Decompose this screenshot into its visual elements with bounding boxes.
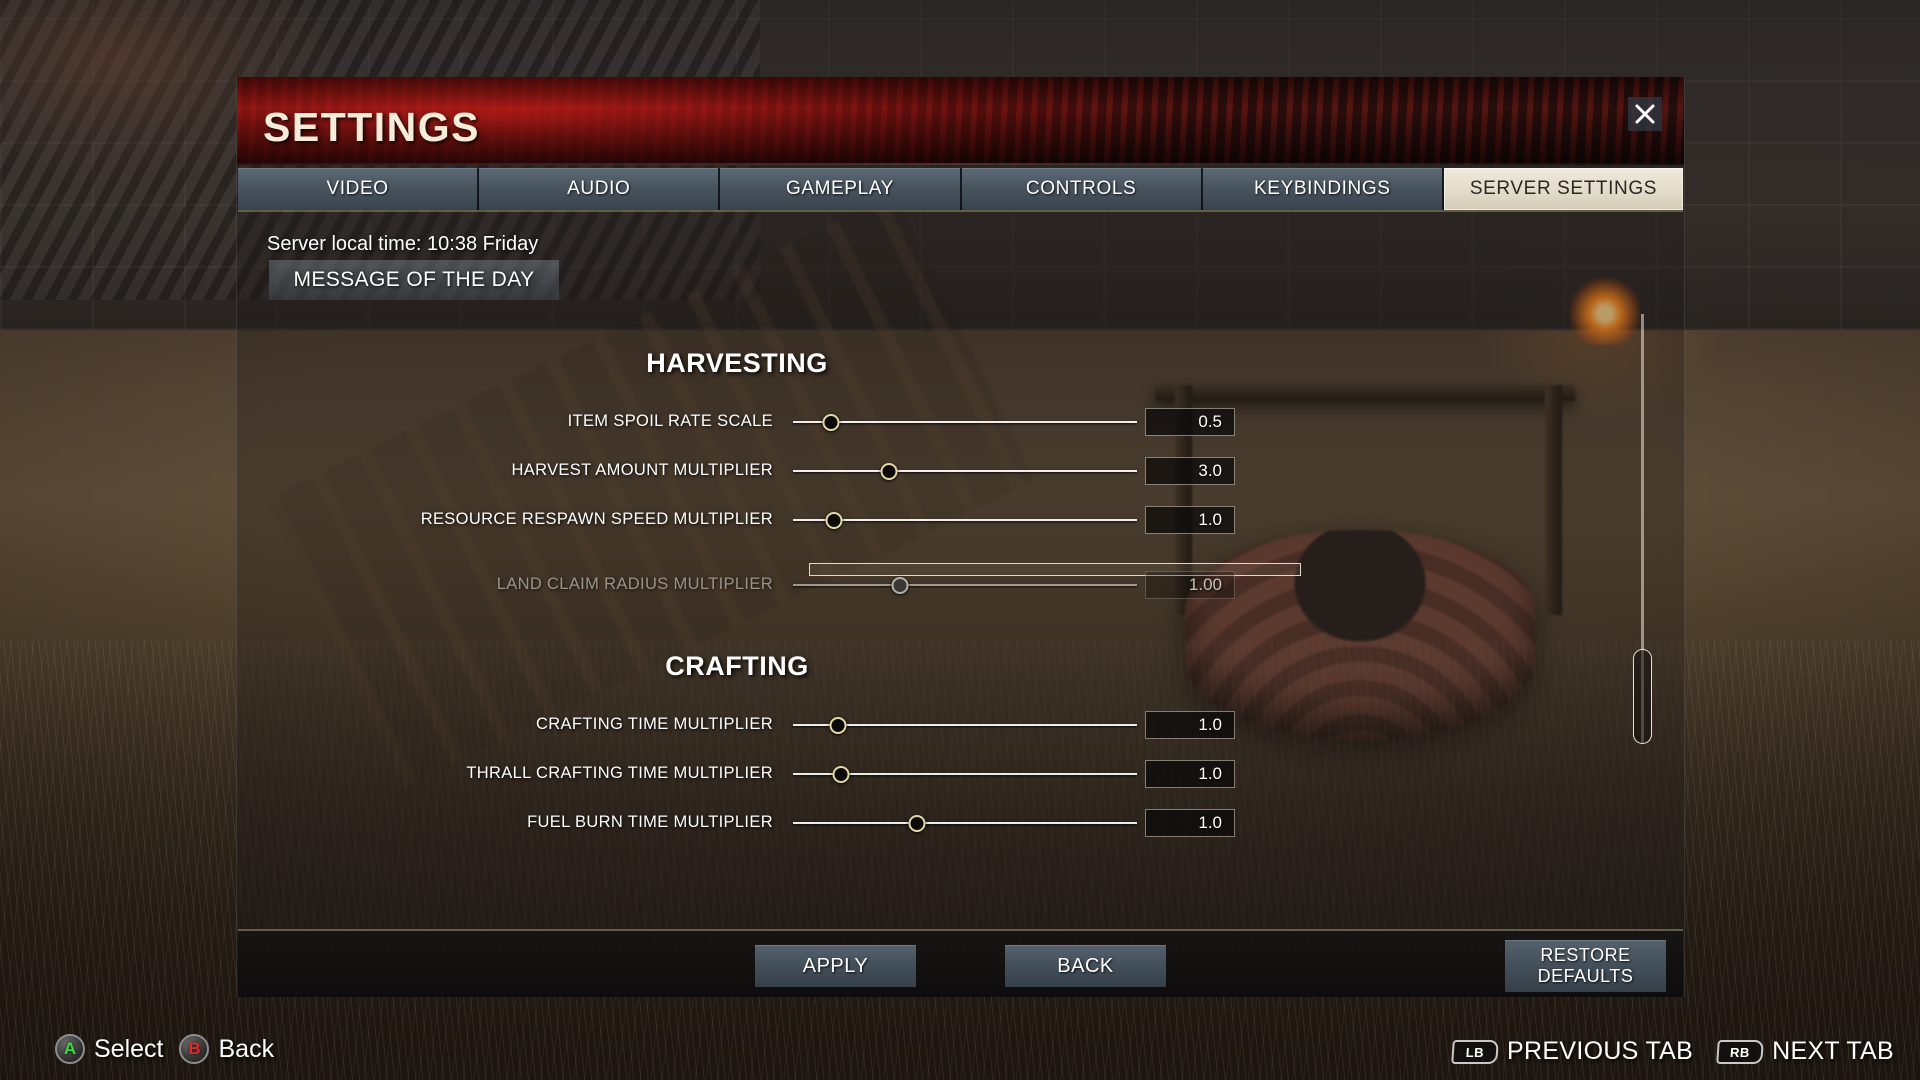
slider-handle[interactable] (880, 462, 898, 480)
slider-handle[interactable] (832, 765, 850, 783)
value-box[interactable]: 3.0 (1145, 456, 1235, 485)
value-box[interactable]: 1.0 (1145, 710, 1235, 739)
hud-left-hints: A Select B Back (55, 1034, 274, 1064)
gamepad-b-button-icon: B (179, 1034, 210, 1064)
slider-item-spoil-rate-scale[interactable] (793, 409, 1137, 435)
hud-select-label: Select (94, 1034, 164, 1063)
hud-previous-tab-label: PREVIOUS TAB (1507, 1037, 1694, 1065)
tab-keybindings[interactable]: KEYBINDINGS (1202, 168, 1444, 210)
section-header-harvesting: HARVESTING (646, 348, 828, 378)
tab-audio[interactable]: AUDIO (479, 168, 721, 210)
hud-next-tab-label: NEXT TAB (1772, 1037, 1894, 1065)
value-box[interactable]: 1.0 (1145, 808, 1235, 837)
slider-fuel-burn-time-multiplier[interactable] (793, 810, 1137, 836)
gamepad-a-button-icon: A (55, 1034, 85, 1064)
setting-row-fuel-burn-time-multiplier[interactable]: FUEL BURN TIME MULTIPLIER 1.0 (237, 798, 1684, 847)
slider-handle[interactable] (825, 511, 843, 529)
tab-gameplay[interactable]: GAMEPLAY (720, 168, 962, 210)
content-area: Server local time: 10:38 Friday MESSAGE … (237, 212, 1684, 929)
close-icon (1635, 104, 1655, 124)
hud-back-label: Back (218, 1034, 275, 1063)
slider-track (793, 469, 1137, 472)
setting-row-thrall-crafting-time-multiplier[interactable]: THRALL CRAFTING TIME MULTIPLIER 1.0 (237, 749, 1684, 798)
hud-hint-select[interactable]: A Select (55, 1034, 163, 1064)
slider-handle[interactable] (829, 716, 847, 734)
panel-bottom-bar: APPLY BACK RESTORE DEFAULTS (238, 929, 1683, 997)
setting-label: THRALL CRAFTING TIME MULTIPLIER (466, 764, 773, 782)
setting-label: RESOURCE RESPAWN SPEED MULTIPLIER (420, 510, 773, 528)
setting-row-item-spoil-rate-scale[interactable]: ITEM SPOIL RATE SCALE 0.5 (237, 397, 1684, 446)
slider-track (793, 420, 1137, 423)
setting-label: FUEL BURN TIME MULTIPLIER (527, 813, 773, 831)
setting-label: CRAFTING TIME MULTIPLIER (536, 715, 773, 733)
gamepad-lb-button-icon: LB (1451, 1039, 1499, 1064)
value-box[interactable]: 0.5 (1145, 407, 1235, 436)
slider-track (793, 518, 1137, 521)
slider-land-claim-radius-multiplier[interactable] (793, 572, 1137, 598)
section-header-crafting: CRAFTING (665, 651, 809, 681)
close-button[interactable] (1628, 97, 1662, 131)
slider-handle[interactable] (908, 814, 926, 832)
slider-resource-respawn-speed-multiplier[interactable] (793, 507, 1137, 533)
slider-harvest-amount-multiplier[interactable] (793, 458, 1137, 484)
settings-scroll-region[interactable]: HARVESTING ITEM SPOIL RATE SCALE 0.5 HAR… (237, 296, 1684, 929)
setting-row-resource-respawn-speed-multiplier[interactable]: RESOURCE RESPAWN SPEED MULTIPLIER 1.0 (237, 495, 1684, 544)
restore-defaults-button[interactable]: RESTORE DEFAULTS (1505, 940, 1666, 992)
hud-hint-previous-tab[interactable]: LB PREVIOUS TAB (1451, 1037, 1694, 1066)
slider-thrall-crafting-time-multiplier[interactable] (793, 761, 1137, 787)
scrollbar-thumb[interactable] (1633, 649, 1652, 744)
tab-bar: VIDEO AUDIO GAMEPLAY CONTROLS KEYBINDING… (238, 168, 1684, 212)
server-local-time: Server local time: 10:38 Friday (267, 233, 539, 255)
gamepad-rb-button-icon: RB (1716, 1039, 1764, 1064)
slider-handle[interactable] (891, 576, 909, 594)
setting-row-land-claim-radius-multiplier[interactable]: LAND CLAIM RADIUS MULTIPLIER 1.00 (237, 560, 1684, 609)
slider-handle[interactable] (822, 413, 840, 431)
hud-footer: A Select B Back LB PREVIOUS TAB RB NEXT … (0, 1004, 1920, 1080)
hud-hint-next-tab[interactable]: RB NEXT TAB (1716, 1037, 1894, 1066)
tab-controls[interactable]: CONTROLS (961, 168, 1203, 210)
hud-right-hints: LB PREVIOUS TAB RB NEXT TAB (1451, 1037, 1894, 1066)
restore-defaults-line1: RESTORE (1540, 945, 1631, 966)
value-box[interactable]: 1.0 (1145, 505, 1235, 534)
hud-hint-back[interactable]: B Back (179, 1034, 274, 1064)
back-button[interactable]: BACK (1005, 945, 1166, 987)
tab-video[interactable]: VIDEO (238, 168, 480, 210)
setting-row-harvest-amount-multiplier[interactable]: HARVEST AMOUNT MULTIPLIER 3.0 (237, 446, 1684, 495)
message-of-the-day-button[interactable]: MESSAGE OF THE DAY (269, 260, 559, 300)
tab-server-settings[interactable]: SERVER SETTINGS (1443, 168, 1684, 210)
setting-label: HARVEST AMOUNT MULTIPLIER (511, 461, 773, 479)
setting-row-crafting-time-multiplier[interactable]: CRAFTING TIME MULTIPLIER 1.0 (237, 700, 1684, 749)
settings-panel: SETTINGS VIDEO AUDIO GAMEPLAY CONTROLS K… (236, 77, 1685, 997)
slider-track (793, 583, 1137, 586)
page-title: SETTINGS (263, 104, 481, 150)
value-box[interactable]: 1.00 (1145, 570, 1235, 599)
title-bar: SETTINGS (237, 77, 1684, 165)
value-box[interactable]: 1.0 (1145, 759, 1235, 788)
restore-defaults-line2: DEFAULTS (1537, 966, 1634, 986)
slider-crafting-time-multiplier[interactable] (793, 712, 1137, 738)
apply-button[interactable]: APPLY (755, 945, 916, 987)
slider-track (793, 821, 1137, 824)
setting-label: ITEM SPOIL RATE SCALE (567, 412, 773, 430)
setting-label: LAND CLAIM RADIUS MULTIPLIER (496, 575, 773, 593)
